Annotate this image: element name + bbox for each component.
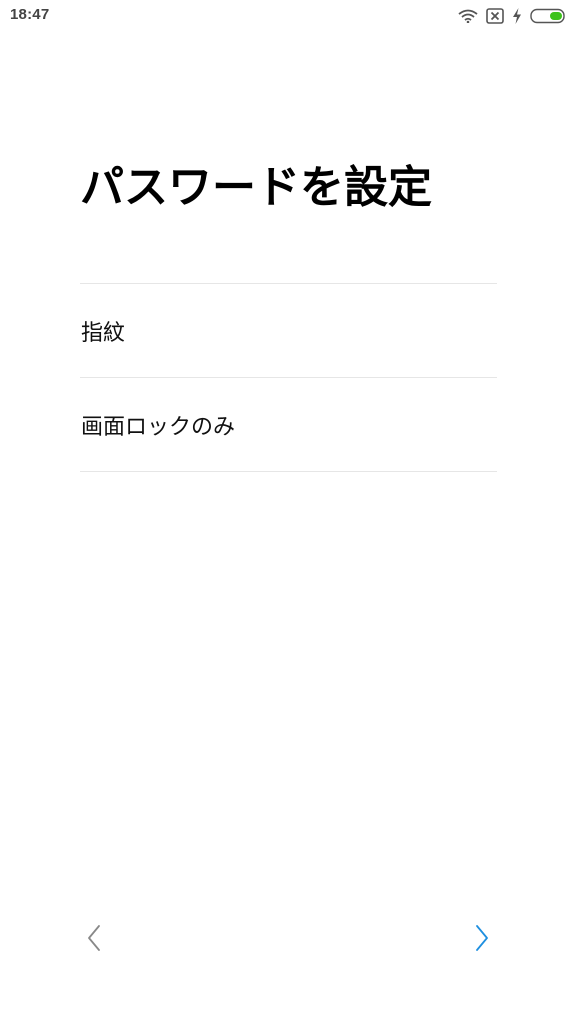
chevron-right-icon <box>474 924 490 956</box>
option-label: 指紋 <box>81 320 126 346</box>
chevron-left-icon <box>86 924 102 956</box>
next-button[interactable] <box>466 924 498 956</box>
option-list: 指紋 画面ロックのみ <box>80 283 497 472</box>
option-screen-lock-only[interactable]: 画面ロックのみ <box>80 378 497 471</box>
status-icons <box>458 6 568 26</box>
battery-icon <box>530 8 568 24</box>
option-label: 画面ロックのみ <box>81 414 236 440</box>
screen: 18:47 パスワードを設定 指紋 画面ロックのみ <box>0 0 576 1024</box>
wifi-icon <box>458 9 478 23</box>
status-bar: 18:47 <box>0 0 576 32</box>
page-title: パスワードを設定 <box>80 162 432 213</box>
charging-icon <box>512 8 522 24</box>
divider <box>80 471 497 472</box>
status-time: 18:47 <box>10 6 50 23</box>
back-button[interactable] <box>78 924 110 956</box>
no-sim-icon <box>486 8 504 24</box>
option-fingerprint[interactable]: 指紋 <box>80 284 497 377</box>
